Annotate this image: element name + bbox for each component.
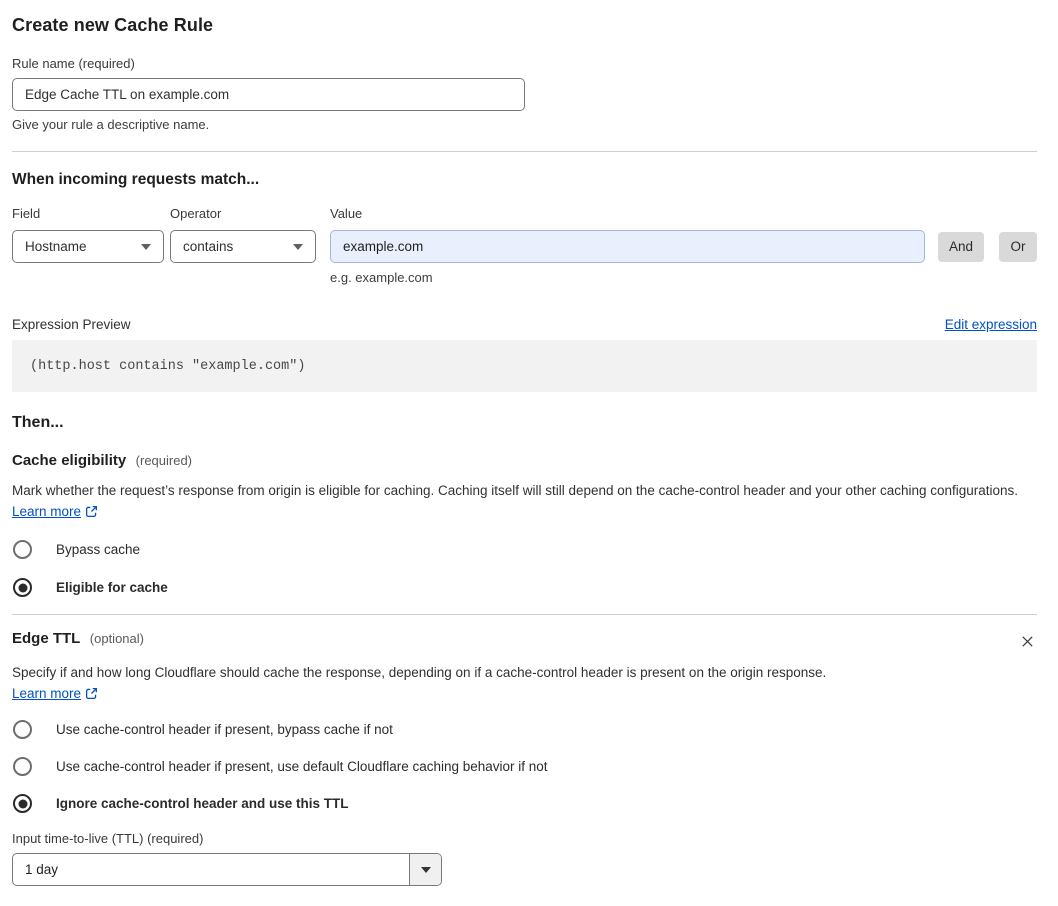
section-divider	[12, 151, 1037, 152]
radio-option-eligible-for-cache[interactable]: Eligible for cache	[12, 578, 1037, 597]
required-tag: (required)	[135, 453, 193, 468]
and-button[interactable]: And	[938, 231, 984, 262]
radio-icon	[13, 720, 32, 739]
or-button[interactable]: Or	[999, 231, 1037, 262]
then-heading: Then...	[12, 414, 64, 431]
field-select-value: Hostname	[25, 239, 87, 254]
close-icon[interactable]	[1018, 632, 1037, 654]
radio-icon	[13, 757, 32, 776]
learn-more-link[interactable]: Learn more	[12, 686, 81, 701]
edge-ttl-title: Edge TTL (optional)	[12, 630, 144, 647]
radio-selected-icon	[13, 578, 32, 597]
rule-name-help: Give your rule a descriptive name.	[12, 117, 210, 132]
operator-select-value: contains	[183, 239, 234, 254]
edge-ttl-description: Specify if and how long Cloudflare shoul…	[12, 665, 827, 701]
expression-preview-label: Expression Preview	[12, 317, 131, 332]
external-link-icon	[86, 505, 98, 518]
match-heading: When incoming requests match...	[12, 171, 260, 188]
section-divider	[12, 614, 1037, 615]
ttl-select-value: 1 day	[25, 862, 59, 877]
operator-select[interactable]: contains	[170, 230, 316, 263]
chevron-down-icon	[141, 243, 151, 250]
ttl-label: Input time-to-live (TTL) (required)	[12, 831, 204, 846]
cache-eligibility-description: Mark whether the request’s response from…	[12, 483, 1019, 519]
edge-ttl-header: Edge TTL (optional)	[12, 630, 1037, 654]
value-hint: e.g. example.com	[330, 270, 433, 285]
learn-more-link[interactable]: Learn more	[12, 504, 81, 519]
rule-name-label: Rule name (required)	[12, 56, 135, 71]
radio-selected-icon	[13, 794, 32, 813]
value-label: Value	[330, 206, 363, 221]
radio-icon	[13, 540, 32, 559]
external-link-icon	[86, 687, 98, 700]
edit-expression-link[interactable]: Edit expression	[945, 317, 1037, 332]
ttl-dropdown-button[interactable]	[409, 854, 441, 885]
page-title: Create new Cache Rule	[12, 15, 214, 35]
create-cache-rule-form: Create new Cache Rule Rule name (require…	[0, 0, 1058, 886]
field-label: Field	[12, 206, 41, 221]
match-field-labels: Field Operator Value	[12, 206, 1037, 221]
match-condition-row: Hostname contains And Or	[12, 230, 1037, 263]
expression-code: (http.host contains "example.com")	[12, 340, 1037, 392]
radio-option-ignore-header-use-ttl[interactable]: Ignore cache-control header and use this…	[12, 794, 1037, 813]
radio-option-use-header-default[interactable]: Use cache-control header if present, use…	[12, 757, 1037, 776]
chevron-down-icon	[420, 866, 431, 873]
rule-name-input[interactable]	[12, 78, 525, 111]
chevron-down-icon	[293, 243, 303, 250]
expression-preview-header: Expression Preview Edit expression	[12, 317, 1037, 332]
radio-option-bypass-cache[interactable]: Bypass cache	[12, 540, 1037, 559]
cache-eligibility-title: Cache eligibility (required)	[12, 452, 193, 469]
radio-option-use-header-bypass[interactable]: Use cache-control header if present, byp…	[12, 720, 1037, 739]
value-input[interactable]	[330, 230, 925, 263]
ttl-select[interactable]: 1 day	[12, 853, 442, 886]
optional-tag: (optional)	[89, 631, 144, 646]
field-select[interactable]: Hostname	[12, 230, 164, 263]
operator-label: Operator	[170, 206, 222, 221]
